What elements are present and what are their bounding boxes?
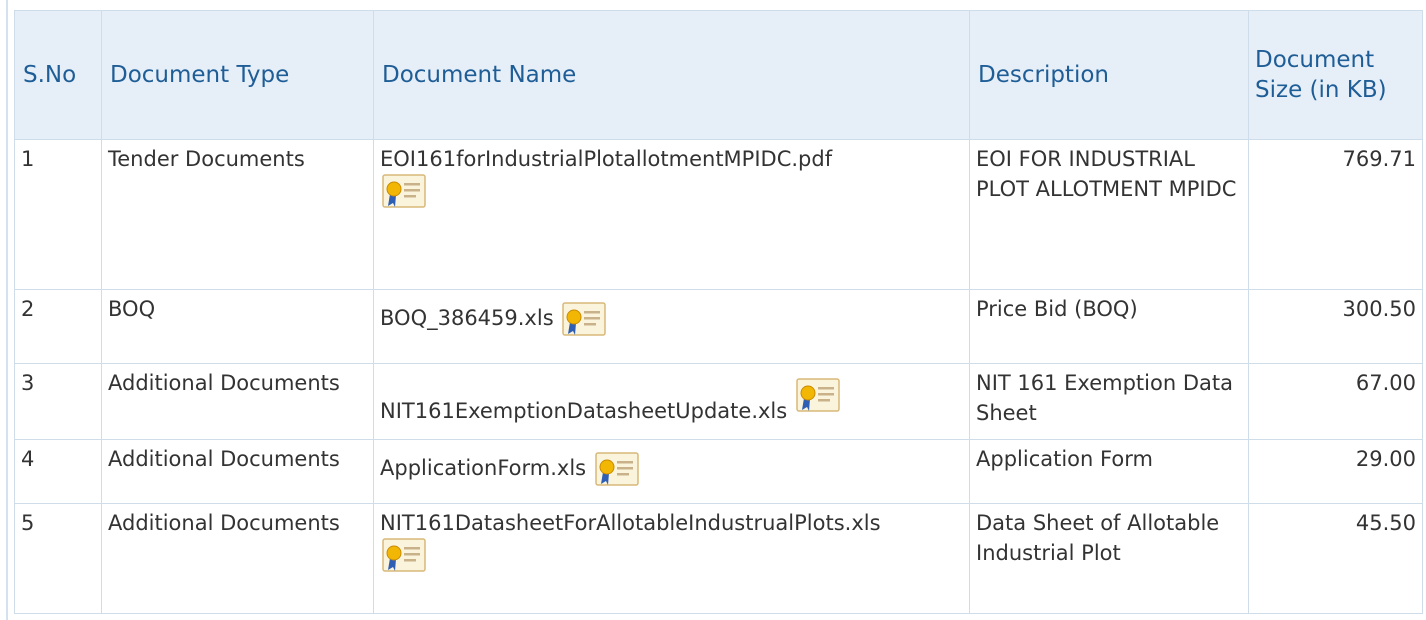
document-name-link[interactable]: BOQ_386459.xls xyxy=(380,306,554,330)
row-document-size: 300.50 xyxy=(1248,289,1423,364)
row-description: Price Bid (BOQ) xyxy=(969,289,1249,364)
document-name-link[interactable]: NIT161ExemptionDatasheetUpdate.xls xyxy=(380,399,787,423)
row-document-name-cell: BOQ_386459.xls xyxy=(373,289,970,364)
row-sno: 3 xyxy=(14,363,102,440)
row-document-size: 29.00 xyxy=(1248,439,1423,504)
row-sno: 4 xyxy=(14,439,102,504)
row-sno: 5 xyxy=(14,503,102,614)
table-row: 3 Additional Documents NIT161ExemptionDa… xyxy=(14,363,1423,440)
document-name-link[interactable]: NIT161DatasheetForAllotableIndustrualPlo… xyxy=(380,511,881,535)
header-document-size: Document Size (in KB) xyxy=(1248,10,1423,140)
row-sno: 1 xyxy=(14,139,102,290)
certificate-icon[interactable] xyxy=(595,452,639,486)
row-document-name-cell: ApplicationForm.xls xyxy=(373,439,970,504)
row-document-type: Additional Documents xyxy=(101,439,374,504)
row-document-type: BOQ xyxy=(101,289,374,364)
row-description: NIT 161 Exemption Data Sheet xyxy=(969,363,1249,440)
documents-panel: S.No Document Type Document Name Descrip… xyxy=(0,0,1426,620)
table-row: 4 Additional Documents ApplicationForm.x… xyxy=(14,439,1423,504)
row-document-type: Additional Documents xyxy=(101,363,374,440)
row-document-size: 67.00 xyxy=(1248,363,1423,440)
row-sno: 2 xyxy=(14,289,102,364)
document-name-link[interactable]: ApplicationForm.xls xyxy=(380,456,586,480)
row-document-name-cell: EOI161forIndustrialPlotallotmentMPIDC.pd… xyxy=(373,139,970,290)
documents-table: S.No Document Type Document Name Descrip… xyxy=(14,10,1423,614)
row-document-type: Tender Documents xyxy=(101,139,374,290)
row-document-type: Additional Documents xyxy=(101,503,374,614)
table-row: 5 Additional Documents NIT161DatasheetFo… xyxy=(14,503,1423,614)
document-name-link[interactable]: EOI161forIndustrialPlotallotmentMPIDC.pd… xyxy=(380,147,832,171)
certificate-icon[interactable] xyxy=(382,538,426,572)
row-description: Data Sheet of Allotable Industrial Plot xyxy=(969,503,1249,614)
row-document-name-cell: NIT161ExemptionDatasheetUpdate.xls xyxy=(373,363,970,440)
certificate-icon[interactable] xyxy=(382,174,426,208)
header-sno: S.No xyxy=(14,10,102,140)
header-description: Description xyxy=(969,10,1249,140)
row-document-size: 45.50 xyxy=(1248,503,1423,614)
certificate-icon[interactable] xyxy=(562,302,607,336)
row-description: Application Form xyxy=(969,439,1249,504)
panel-left-border xyxy=(6,0,8,620)
row-document-size: 769.71 xyxy=(1248,139,1423,290)
header-document-name: Document Name xyxy=(373,10,970,140)
row-document-name-cell: NIT161DatasheetForAllotableIndustrualPlo… xyxy=(373,503,970,614)
row-description: EOI FOR INDUSTRIAL PLOT ALLOTMENT MPIDC xyxy=(969,139,1249,290)
table-row: 1 Tender Documents EOI161forIndustrialPl… xyxy=(14,139,1423,290)
table-row: 2 BOQ BOQ_386459.xls Price Bid (BOQ) 300… xyxy=(14,289,1423,364)
table-header-row: S.No Document Type Document Name Descrip… xyxy=(14,10,1423,140)
certificate-icon[interactable] xyxy=(796,378,840,412)
header-document-type: Document Type xyxy=(101,10,374,140)
